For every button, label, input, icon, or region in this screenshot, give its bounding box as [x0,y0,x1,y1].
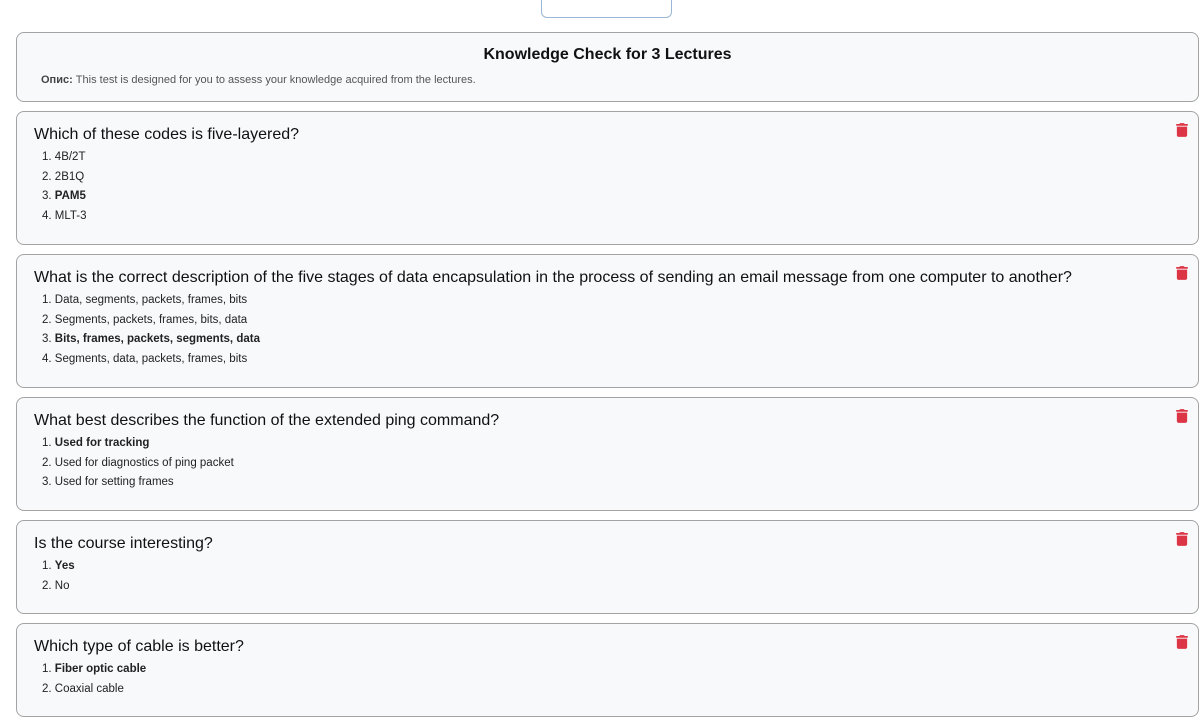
question-text: What is the correct description of the f… [34,269,1072,286]
test-container: Knowledge Check for 3 Lectures Опис: Thi… [16,32,1199,726]
answer-number: 1. [42,560,52,572]
question-text: Which of these codes is five-layered? [34,126,300,143]
answer-option: 2. No [34,577,1181,597]
answer-list: 1. 4B/2T 2. 2B1Q 3. PAM5 4. MLT-3 [34,148,1181,226]
answer-text: No [54,579,70,592]
answer-number: 2. [42,579,52,592]
answer-option: 2. Used for diagnostics of ping packet [34,454,1181,474]
answer-option: 1. 4B/2T [34,148,1181,168]
answer-text: Segments, data, packets, frames, bits [54,352,248,365]
question-card: What is the correct description of the f… [16,254,1199,388]
answer-option: 2. Coaxial cable [34,680,1181,700]
description-text: This test is designed for you to assess … [72,74,476,86]
answer-text: 2B1Q [54,170,85,183]
question-text: Is the course interesting? [34,535,213,552]
answer-option: 2. Segments, packets, frames, bits, data [34,311,1181,331]
test-description: Опис: This test is designed for you to a… [17,74,1198,86]
answer-option-correct: 1. Used for tracking [34,434,1181,454]
answer-text: 4B/2T [54,151,86,163]
answer-number: 1. [42,663,52,675]
test-title: Knowledge Check for 3 Lectures [483,46,732,63]
answer-text: Yes [54,560,75,572]
answer-number: 3. [42,476,52,488]
test-header-card: Knowledge Check for 3 Lectures Опис: Thi… [16,32,1199,102]
answer-text: Data, segments, packets, frames, bits [54,294,248,306]
answer-text: Segments, packets, frames, bits, data [54,313,248,326]
answer-text: Fiber optic cable [54,663,147,675]
answer-option-correct: 1. Yes [34,557,1181,577]
answer-text: Used for setting frames [54,476,174,488]
answer-text: MLT-3 [54,209,87,222]
trash-icon[interactable] [1176,634,1188,650]
question-text: What best describes the function of the … [34,412,500,429]
answer-option: 3. Used for setting frames [34,473,1181,493]
top-button-partial[interactable] [541,0,672,18]
answer-option: 4. MLT-3 [34,207,1181,227]
answer-option-correct: 3. Bits, frames, packets, segments, data [34,330,1181,350]
answer-option-correct: 3. PAM5 [34,187,1181,207]
trash-icon[interactable] [1176,408,1188,424]
answer-number: 2. [42,313,52,326]
answer-option: 4. Segments, data, packets, frames, bits [34,350,1181,370]
answer-number: 3. [42,333,52,345]
answer-text: Bits, frames, packets, segments, data [54,333,260,345]
trash-icon[interactable] [1176,531,1188,547]
answer-list: 1. Yes 2. No [34,557,1181,596]
answer-number: 3. [42,190,52,202]
trash-icon[interactable] [1176,122,1188,138]
answer-option: 1. Data, segments, packets, frames, bits [34,291,1181,311]
answer-number: 2. [42,456,52,469]
question-card: Which of these codes is five-layered? 1.… [16,111,1199,245]
question-text: Which type of cable is better? [34,638,244,655]
answer-number: 1. [42,437,52,449]
answer-option: 2. 2B1Q [34,168,1181,188]
answer-number: 4. [42,352,52,365]
question-card: Is the course interesting? 1. Yes 2. No [16,520,1199,614]
answer-number: 2. [42,682,52,695]
answer-text: Coaxial cable [54,682,124,695]
answer-number: 4. [42,209,52,222]
answer-text: Used for diagnostics of ping packet [54,456,234,469]
answer-list: 1. Data, segments, packets, frames, bits… [34,291,1181,369]
answer-number: 1. [42,151,52,163]
question-card: What best describes the function of the … [16,397,1199,511]
question-card: Which type of cable is better? 1. Fiber … [16,623,1199,717]
answer-text: Used for tracking [54,437,150,449]
answer-text: PAM5 [54,190,86,202]
answer-list: 1. Fiber optic cable 2. Coaxial cable [34,660,1181,699]
answer-list: 1. Used for tracking 2. Used for diagnos… [34,434,1181,493]
description-label: Опис: [41,74,73,86]
answer-number: 1. [42,294,52,306]
answer-option-correct: 1. Fiber optic cable [34,660,1181,680]
answer-number: 2. [42,170,52,183]
trash-icon[interactable] [1176,265,1188,281]
